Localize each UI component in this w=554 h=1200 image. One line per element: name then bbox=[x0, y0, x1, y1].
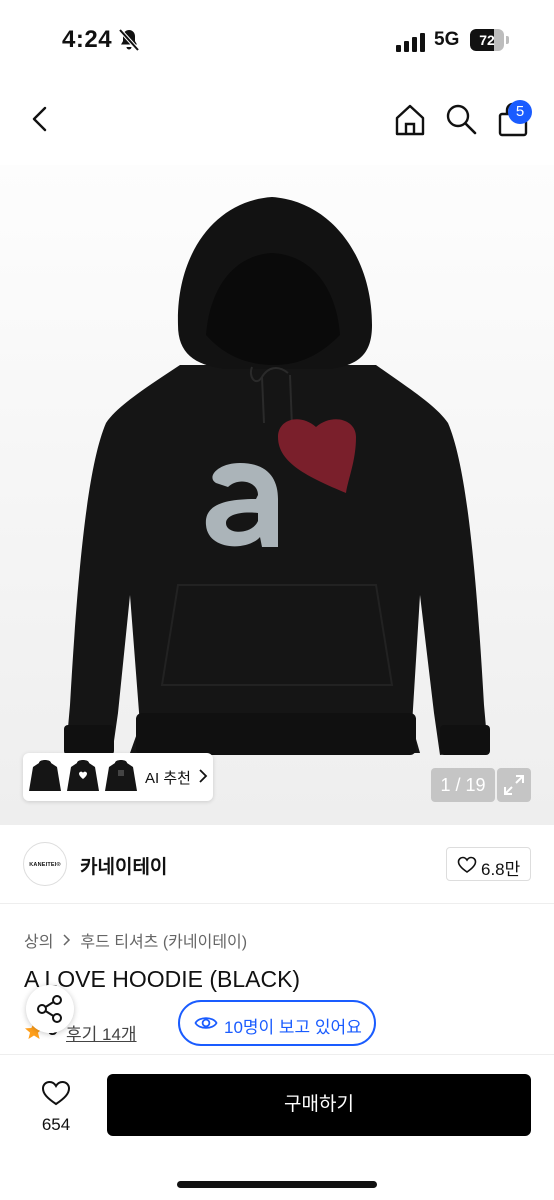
brand-like-button[interactable]: 6.8만 bbox=[446, 847, 531, 881]
brand-like-count: 6.8만 bbox=[481, 860, 521, 879]
breadcrumb-item[interactable]: 상의 bbox=[24, 934, 53, 951]
thumbnail-3[interactable] bbox=[103, 757, 139, 797]
cart-count-badge: 5 bbox=[508, 100, 532, 124]
top-nav bbox=[0, 90, 554, 150]
battery-icon: 72 bbox=[470, 29, 510, 51]
bell-off-icon bbox=[118, 28, 140, 52]
viewers-text: 10명이 보고 있어요 bbox=[224, 1018, 362, 1037]
back-icon[interactable] bbox=[24, 102, 58, 136]
hoodie-product-photo bbox=[64, 197, 490, 755]
chevron-right-icon bbox=[199, 769, 208, 783]
thumbnail-strip[interactable]: AI 추천 bbox=[23, 753, 213, 801]
like-count: 654 bbox=[41, 1115, 71, 1134]
viewers-badge: 10명이 보고 있어요 bbox=[178, 1000, 376, 1046]
home-icon[interactable] bbox=[392, 102, 428, 138]
brand-row[interactable]: KANEITEI® 카네이테이 6.8만 bbox=[0, 838, 554, 904]
expand-icon[interactable] bbox=[497, 768, 531, 802]
thumbnail-2[interactable] bbox=[65, 757, 101, 797]
product-image-gallery[interactable]: AI 추천 1 / 19 bbox=[0, 165, 554, 825]
buy-button[interactable]: 구매하기 bbox=[107, 1074, 531, 1136]
home-indicator bbox=[177, 1181, 377, 1188]
signal-icon bbox=[396, 33, 425, 52]
review-count-link[interactable]: 후기 14개 bbox=[66, 1020, 137, 1045]
heart-outline-icon bbox=[41, 1080, 71, 1106]
share-icon[interactable] bbox=[26, 985, 74, 1033]
product-title: A LOVE HOODIE (BLACK) bbox=[24, 966, 301, 992]
network-label: 5G bbox=[434, 29, 460, 50]
status-time: 4:24 bbox=[62, 26, 113, 53]
image-page-counter: 1 / 19 bbox=[431, 768, 495, 802]
brand-logo[interactable]: KANEITEI® bbox=[23, 842, 67, 886]
brand-name[interactable]: 카네이테이 bbox=[80, 852, 167, 879]
bottom-action-bar: 654 구매하기 bbox=[0, 1054, 554, 1200]
status-bar: 4:24 5G 72 bbox=[0, 0, 554, 80]
chevron-right-icon bbox=[63, 934, 70, 946]
like-button[interactable]: 654 bbox=[24, 1073, 88, 1143]
breadcrumb-item[interactable]: 후드 티셔츠 (카네이테이) bbox=[80, 934, 247, 951]
ai-recommend-label[interactable]: AI 추천 bbox=[145, 767, 191, 788]
heart-outline-icon bbox=[457, 856, 477, 873]
breadcrumb: 상의 후드 티셔츠 (카네이테이) bbox=[24, 928, 247, 952]
thumbnail-1[interactable] bbox=[27, 757, 63, 797]
eye-icon bbox=[194, 1017, 218, 1029]
battery-percent: 72 bbox=[479, 32, 495, 48]
search-icon[interactable] bbox=[444, 102, 478, 136]
